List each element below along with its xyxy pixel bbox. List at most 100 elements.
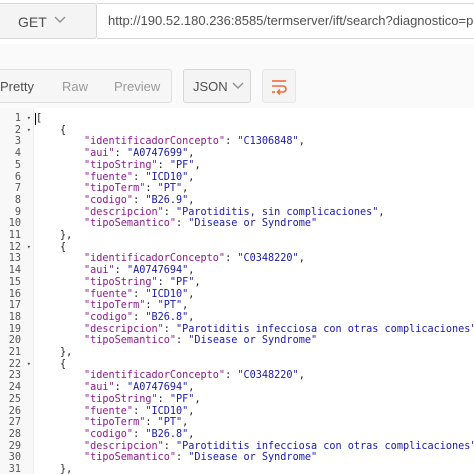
line-number-text: 29 [8,440,21,452]
code-line: { [60,359,66,371]
line-number-text: 21 [8,347,21,358]
line-number-text: 30 [8,452,21,464]
fold-triangle-icon[interactable]: ▾ [27,359,31,371]
code-line: "tipoSemantico": "Disease or Syndrome" [84,452,317,464]
code-line: "identificadorConcepto": "C0348220", [84,253,305,265]
fold-triangle-icon[interactable]: ▾ [27,113,31,125]
json-colon: : [114,265,127,277]
line-number-text: 1 [14,113,21,124]
code-line: "fuente": "ICD10", [84,406,194,418]
json-colon: : [163,323,177,335]
wrap-lines-button[interactable] [262,69,296,103]
tab-raw[interactable]: Raw [62,79,88,94]
code-line: }, [60,230,72,242]
format-tabs: Pretty Raw Preview [0,69,172,103]
request-url-bar: GET http://190.52.180.236:8585/termserve… [0,0,474,44]
line-number: 7 [0,183,33,195]
json-colon: : [145,300,158,312]
tab-pretty[interactable]: Pretty [0,79,34,94]
json-comma: , [188,311,195,323]
json-key: "descripcion" [84,206,164,218]
line-number-text: 12 [8,241,21,253]
line-number: 28 [0,429,33,441]
line-number: 15 [0,277,33,289]
json-comma: , [188,148,195,160]
json-colon: : [133,405,146,417]
line-number-text: 10 [8,218,21,230]
line-number: 4 [0,148,33,160]
json-comma: , [298,253,305,265]
line-number-gutter: 1 ▾ 2 ▾ 3 4 5 6 7 8 9 10 11 12 ▾ 13 14 15 16 17 18 19 20 21 22 ▾ 2… [0,108,34,474]
json-colon: : [176,335,189,347]
json-string-value: "B26.9" [145,194,189,206]
line-number-text: 23 [8,370,21,382]
chevron-down-icon [232,82,244,89]
line-number-text: 22 [8,358,21,370]
json-bracket: }, [60,347,73,358]
json-colon: : [176,452,189,464]
json-colon: : [133,288,146,300]
json-string-value: "A0747694" [126,382,189,394]
json-key: "descripcion" [84,440,164,452]
line-number: 26 [0,406,33,418]
json-key: "tipoSemantico" [84,218,177,230]
code-line: "aui": "A0747694", [84,382,194,394]
json-string-value: "C0348220" [237,370,299,382]
json-string-value: "ICD10" [145,288,189,300]
line-number: 12 ▾ [0,242,33,254]
json-comma: , [188,288,195,300]
line-number-text: 3 [14,136,21,148]
fold-triangle-icon[interactable]: ▾ [27,242,31,254]
line-number: 20 [0,335,33,347]
code-line: "codigo": "B26.8", [84,429,194,441]
json-key: "tipoString" [84,393,158,405]
line-number-text: 13 [8,253,21,265]
line-number: 25 [0,394,33,406]
line-number-text: 5 [14,159,21,171]
fold-triangle-icon[interactable]: ▾ [27,125,31,137]
json-colon: : [163,206,177,218]
json-bracket: [ [36,113,43,124]
code-line: "descripcion": "Parotiditis infecciosa c… [84,441,474,453]
line-number-text: 26 [8,405,21,417]
chevron-down-icon [54,16,66,23]
json-colon: : [145,417,158,429]
json-string-value: "C0348220" [237,253,299,265]
code-line: "aui": "A0747694", [84,265,194,277]
code-line: "codigo": "B26.9", [84,195,194,207]
json-comma: , [194,393,201,405]
code-line: "descripcion": "Parotiditis, sin complic… [84,207,385,219]
url-input[interactable]: http://190.52.180.236:8585/termserver/if… [97,3,474,39]
json-key: "codigo" [84,428,134,440]
wrap-lines-icon [272,80,287,95]
code-line: "tipoSemantico": "Disease or Syndrome" [84,335,317,347]
json-string-value: "PT" [157,417,183,429]
json-colon: : [114,148,127,160]
line-number: 5 [0,160,33,172]
json-comma: , [188,405,195,417]
response-body-editor[interactable]: 1 ▾ 2 ▾ 3 4 5 6 7 8 9 10 11 12 ▾ 13 14 15 16 17 18 19 20 21 22 ▾ 2… [0,108,474,474]
method-dropdown[interactable]: GET [0,3,97,39]
code-line: "tipoSemantico": "Disease or Syndrome" [84,218,317,230]
code-line: "fuente": "ICD10", [84,172,194,184]
language-label: JSON [193,79,228,94]
line-number-text: 2 [14,124,21,136]
tab-preview[interactable]: Preview [114,79,160,94]
line-number: 30 [0,452,33,464]
line-number: 9 [0,207,33,219]
json-key: "aui" [84,148,115,160]
language-dropdown[interactable]: JSON [183,69,251,103]
code-line: "tipoString": "PF", [84,160,201,172]
line-number-text: 25 [8,393,21,405]
json-comma: , [194,159,201,171]
json-colon: : [133,194,146,206]
code-line: { [60,242,66,254]
line-number-text: 16 [8,288,21,300]
line-number-text: 8 [14,194,21,206]
json-key: "aui" [84,265,115,277]
json-key: "fuente" [84,288,134,300]
line-number: 13 [0,253,33,265]
json-colon: : [176,218,189,230]
json-colon: : [145,183,158,195]
line-number: 17 [0,300,33,312]
